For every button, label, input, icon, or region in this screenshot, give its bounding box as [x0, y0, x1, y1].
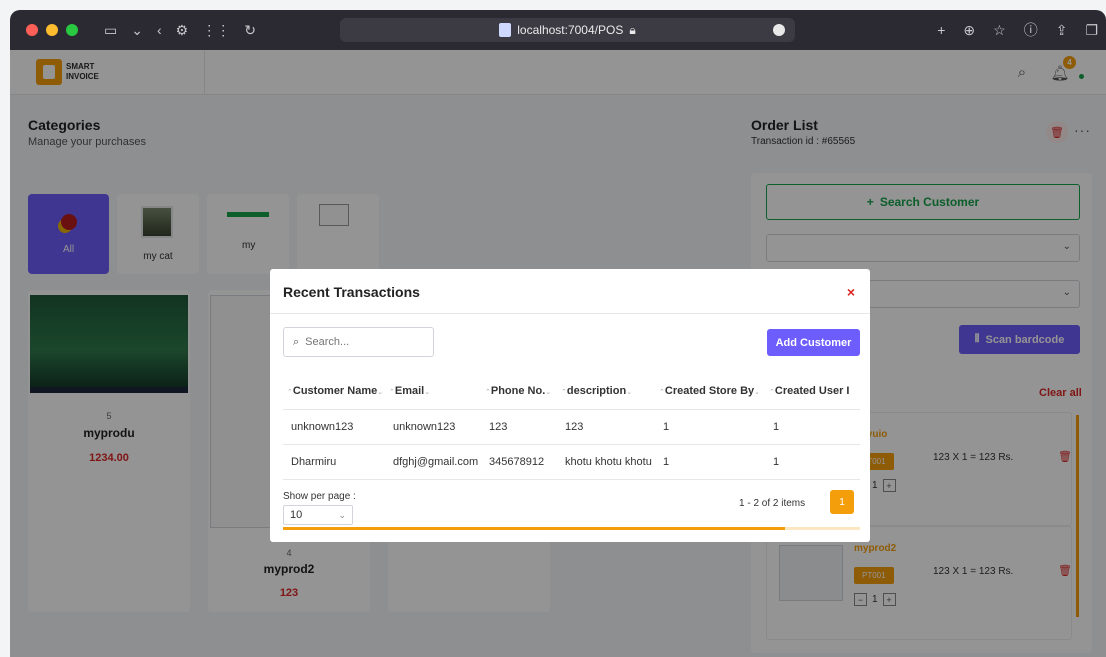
address-bar[interactable]: localhost:7004/POS 🔒︎ — [340, 18, 795, 42]
browser-actions: + ⊕ ☆ ⓘ ⇪ ❐ — [937, 10, 1098, 50]
pagination-info: 1 - 2 of 2 items — [739, 498, 806, 509]
page-icon — [499, 23, 512, 37]
sort-icon: ⌄ — [626, 388, 633, 396]
column-header[interactable]: ⌃Created Store By⌄ — [655, 373, 765, 410]
modal-title: Recent Transactions — [283, 284, 420, 300]
chevron-down-icon: ⌄ — [338, 510, 346, 520]
table-cell: khotu khotu khotu — [557, 444, 655, 480]
add-customer-button[interactable]: Add Customer — [767, 329, 860, 356]
search-box: ⌕ — [283, 327, 434, 357]
recent-transactions-modal: Recent Transactions × ⌕ Add Customer ⌃Cu… — [270, 269, 870, 542]
table-cell: 1 — [765, 444, 860, 480]
column-header[interactable]: ⌃description⌄ — [557, 373, 655, 410]
sort-icon: ⌄ — [377, 388, 384, 396]
horizontal-scrollbar[interactable] — [283, 527, 860, 530]
close-icon[interactable]: × — [847, 284, 855, 300]
window-controls — [26, 24, 78, 36]
table-cell: 1 — [655, 409, 765, 445]
column-header[interactable]: ⌃Customer Name⌄ — [283, 373, 385, 410]
reload-icon[interactable]: ↻ — [244, 22, 256, 39]
column-header[interactable]: ⌃Phone No.⌄ — [481, 373, 557, 410]
transactions-table: ⌃Customer Name⌄ ⌃Email⌄ ⌃Phone No.⌄ ⌃des… — [283, 373, 860, 480]
tabs-icon[interactable]: ❐ — [1085, 22, 1098, 39]
modal-header: Recent Transactions × — [270, 269, 870, 314]
table-cell: 345678912 — [481, 444, 557, 480]
maximize-window-button[interactable] — [66, 24, 78, 36]
per-page-select[interactable]: 10 ⌄ — [283, 505, 353, 525]
new-tab-icon[interactable]: + — [937, 22, 945, 38]
sidebar-toggle-icon[interactable]: ▭ — [104, 22, 117, 39]
browser-toolbar: ▭ ⌄ ‹ ⚙ ⋮⋮ ↻ localhost:7004/POS 🔒︎ + ⊕ ☆… — [10, 10, 1106, 50]
sort-icon: ⌄ — [424, 388, 431, 396]
scrollbar-thumb[interactable] — [283, 527, 785, 530]
lock-icon: 🔒︎ — [629, 22, 636, 37]
close-window-button[interactable] — [26, 24, 38, 36]
profile-icon[interactable] — [773, 24, 785, 36]
table-cell: 123 — [557, 409, 655, 445]
grid-icon[interactable]: ⋮⋮ — [202, 22, 230, 39]
url-text: localhost:7004/POS — [517, 23, 624, 37]
table-cell: Dharmiru — [283, 444, 385, 480]
table-cell: dfghj@gmail.com — [385, 444, 481, 480]
table-row[interactable]: Dharmiru dfghj@gmail.com 345678912 khotu… — [283, 444, 860, 480]
pos-app: SMART INVOICE ⌕ 🔔︎ 4 Categories Manage y… — [10, 50, 1106, 657]
sort-icon: ⌄ — [545, 388, 552, 396]
gear-icon[interactable]: ⚙ — [176, 22, 189, 39]
back-icon[interactable]: ‹ — [157, 22, 162, 38]
per-page-value: 10 — [290, 509, 303, 521]
browser-nav-icons: ▭ ⌄ ‹ ⚙ ⋮⋮ ↻ — [104, 22, 256, 39]
search-input[interactable] — [305, 336, 416, 348]
table-header-row: ⌃Customer Name⌄ ⌃Email⌄ ⌃Phone No.⌄ ⌃des… — [283, 373, 860, 410]
star-icon[interactable]: ☆ — [993, 22, 1006, 39]
table-cell: unknown123 — [385, 409, 481, 445]
table-cell: 1 — [655, 444, 765, 480]
search-icon: ⌕ — [293, 335, 300, 348]
chevron-down-icon[interactable]: ⌄ — [131, 22, 143, 39]
download-icon[interactable]: ⊕ — [963, 22, 975, 39]
info-icon[interactable]: ⓘ — [1024, 20, 1038, 40]
show-per-page-label: Show per page : — [283, 491, 356, 502]
page-button[interactable]: 1 — [830, 490, 854, 514]
share-icon[interactable]: ⇪ — [1056, 22, 1068, 39]
column-header[interactable]: ⌃Email⌄ — [385, 373, 481, 410]
table-row[interactable]: unknown123 unknown123 123 123 1 1 — [283, 409, 860, 445]
table-cell: unknown123 — [283, 409, 385, 445]
table-cell: 1 — [765, 409, 860, 445]
column-header[interactable]: ⌃Created User I — [765, 373, 860, 410]
sort-icon: ⌄ — [754, 388, 761, 396]
table-cell: 123 — [481, 409, 557, 445]
minimize-window-button[interactable] — [46, 24, 58, 36]
